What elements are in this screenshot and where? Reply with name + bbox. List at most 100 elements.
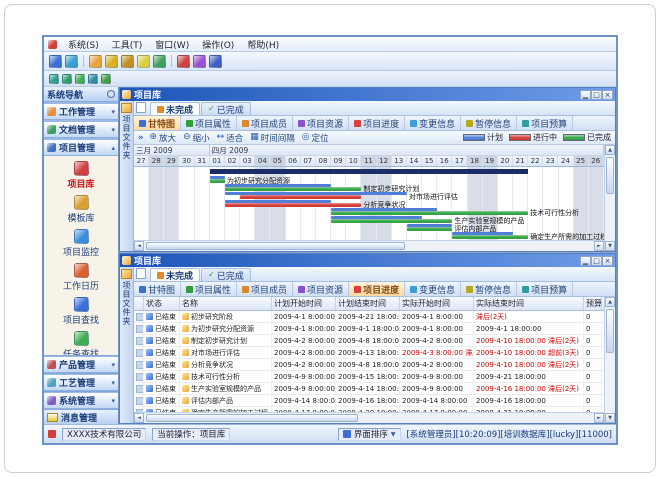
progress-tab-changes[interactable]: 变更信息 <box>405 282 461 296</box>
project-folder-tab[interactable]: 项目文件夹 <box>120 101 134 251</box>
save-icon[interactable] <box>49 55 62 68</box>
gantt-tab-properties[interactable]: 项目属性 <box>181 116 237 130</box>
progress-tab-budget[interactable]: 项目预算 <box>517 282 573 296</box>
gantt-bar-actual[interactable] <box>331 219 452 223</box>
pushpin-icon[interactable] <box>107 90 115 98</box>
gantt-bar-actual[interactable] <box>225 187 361 191</box>
scroll-right-arrow[interactable]: ► <box>594 413 604 423</box>
gantt-vertical-scrollbar[interactable]: ▲ ▼ <box>604 145 615 251</box>
scroll-up-arrow[interactable]: ▲ <box>605 145 615 155</box>
window-new-icon[interactable] <box>49 74 59 84</box>
sidebar-group-product-management[interactable]: 产品管理▾ <box>44 356 118 373</box>
progress-viewtab-finished[interactable]: ✓已完成 <box>201 268 251 281</box>
gantt-bar-actual[interactable] <box>331 211 528 215</box>
sidebar-item-template-library[interactable]: 模板库 <box>44 193 118 226</box>
gantt-tab-changes[interactable]: 变更信息 <box>405 116 461 130</box>
lock-icon[interactable] <box>105 55 118 68</box>
progress-viewtab-unfinished[interactable]: 未完成 <box>150 268 200 281</box>
gantt-horizontal-scrollbar[interactable]: ◄ ► <box>134 240 604 251</box>
help-icon[interactable] <box>209 55 222 68</box>
progress-tab-pauses[interactable]: 暂停信息 <box>461 282 517 296</box>
window-list-icon[interactable] <box>101 74 111 84</box>
chevron-down-icon[interactable]: ▼ <box>391 431 396 438</box>
alert-icon[interactable] <box>177 55 190 68</box>
gantt-tab-pauses[interactable]: 暂停信息 <box>461 116 517 130</box>
progress-tab-properties[interactable]: 项目属性 <box>181 282 237 296</box>
menu-item-0[interactable]: 系统(S) <box>66 38 101 51</box>
scrollbar-thumb[interactable] <box>146 242 405 250</box>
sidebar-group-system-management[interactable]: 系统管理▾ <box>44 392 118 409</box>
column-header-0[interactable] <box>134 297 144 310</box>
scrollbar-thumb[interactable] <box>606 309 614 353</box>
zoom-in-button[interactable]: ⊕放大 <box>150 132 177 144</box>
sidebar-item-project-search[interactable]: 项目查找 <box>44 295 118 328</box>
progress-tab-progress[interactable]: 项目进度 <box>349 282 405 296</box>
sidebar-item-work-calendar[interactable]: 工作日历 <box>44 261 118 294</box>
sidebar-item-project-library[interactable]: 项目库 <box>44 159 118 192</box>
progress-tab-resources[interactable]: 项目资源 <box>293 282 349 296</box>
table-row[interactable]: 已结束制定初步研究计划2009-4-2 8:00:002009-4-8 18:0… <box>134 335 604 347</box>
folder-icon[interactable] <box>89 55 102 68</box>
maximize-button[interactable]: □ <box>591 90 602 100</box>
column-header-5[interactable]: 实际开始时间 <box>400 297 474 310</box>
sort-dropdown[interactable]: 界面排序 ▼ <box>338 428 401 441</box>
table-row[interactable]: 已结束对市场进行评估2009-4-2 8:00:002009-4-13 18:0… <box>134 347 604 359</box>
close-button[interactable]: × <box>602 90 613 100</box>
scroll-up-arrow[interactable]: ▲ <box>605 297 615 307</box>
gantt-tab-progress[interactable]: 项目进度 <box>349 116 405 130</box>
maximize-button[interactable]: □ <box>591 256 602 266</box>
table-vertical-scrollbar[interactable]: ▲ ▼ <box>604 297 615 423</box>
gantt-tab-members[interactable]: 项目成员 <box>237 116 293 130</box>
toolbar-overflow-chevron[interactable]: » <box>138 133 144 143</box>
table-row[interactable]: 已结束生产实验室规模的产品2009-4-9 8:00:002009-4-14 1… <box>134 383 604 395</box>
window-tile-icon[interactable] <box>75 74 85 84</box>
gantt-bar-actual[interactable] <box>210 179 225 183</box>
menu-item-1[interactable]: 工具(T) <box>110 38 145 51</box>
gantt-bar-actual[interactable] <box>240 195 361 199</box>
gantt-bar-actual[interactable] <box>407 227 452 231</box>
gantt-tab-budget[interactable]: 项目预算 <box>517 116 573 130</box>
sidebar-item-task-search[interactable]: 任务查找 <box>44 329 118 355</box>
sidebar-group-project-management[interactable]: 项目管理▴ <box>44 139 118 156</box>
table-row[interactable]: 已结束技术可行性分析2009-4-9 8:00:002009-4-15 18:0… <box>134 371 604 383</box>
gantt-window-titlebar[interactable]: 项目库 ▁□× <box>120 88 615 101</box>
close-button[interactable]: × <box>602 256 613 266</box>
scrollbar-thumb[interactable] <box>146 414 358 422</box>
shield-icon[interactable] <box>153 55 166 68</box>
column-header-7[interactable]: 预算 <box>584 297 602 310</box>
minimize-button[interactable]: ▁ <box>580 256 591 266</box>
sidebar-item-project-monitor[interactable]: 项目监控 <box>44 227 118 260</box>
gantt-tab-gantt[interactable]: 甘特图 <box>134 116 181 130</box>
gantt-viewtab-finished[interactable]: ✓已完成 <box>201 102 251 115</box>
table-horizontal-scrollbar[interactable]: ◄ ► <box>134 412 604 423</box>
mail-icon[interactable] <box>137 55 150 68</box>
zoom-out-button[interactable]: ⊖缩小 <box>183 132 210 144</box>
progress-tab-members[interactable]: 项目成员 <box>237 282 293 296</box>
project-folder-tab[interactable]: 项目文件夹 <box>120 267 134 423</box>
table-row[interactable]: 已结束为初步研究分配资源2009-4-1 8:00:002009-4-1 18:… <box>134 323 604 335</box>
fit-button[interactable]: ↔适合 <box>217 132 244 144</box>
gantt-bar-actual[interactable] <box>225 203 361 207</box>
column-header-2[interactable]: 名称 <box>180 297 272 310</box>
column-header-4[interactable]: 计划结束时间 <box>336 297 400 310</box>
column-header-1[interactable]: 状态 <box>144 297 180 310</box>
sidebar-group-work-management[interactable]: 工作管理▾ <box>44 103 118 120</box>
scrollbar-thumb[interactable] <box>606 157 614 194</box>
minimize-button[interactable]: ▁ <box>580 90 591 100</box>
table-row[interactable]: 已结束分析竞争状况2009-4-2 8:00:002009-4-8 18:00:… <box>134 359 604 371</box>
locate-button[interactable]: ◎定位 <box>302 132 329 144</box>
progress-tab-gantt[interactable]: 甘特图 <box>134 282 181 296</box>
menu-item-4[interactable]: 帮助(H) <box>245 38 281 51</box>
sidebar-group-process-management[interactable]: 工艺管理▾ <box>44 374 118 391</box>
sidebar-tab-messages[interactable]: 消息管理 <box>44 409 118 424</box>
column-header-6[interactable]: 实际结束时间 <box>474 297 584 310</box>
window-close-icon[interactable] <box>88 74 98 84</box>
scroll-down-arrow[interactable]: ▼ <box>605 241 615 251</box>
gantt-bar-actual[interactable] <box>452 235 528 239</box>
menu-item-2[interactable]: 窗口(W) <box>153 38 191 51</box>
settings-icon[interactable] <box>193 55 206 68</box>
window-cascade-icon[interactable] <box>62 74 72 84</box>
scroll-down-arrow[interactable]: ▼ <box>605 413 615 423</box>
scroll-left-arrow[interactable]: ◄ <box>134 241 144 251</box>
scroll-left-arrow[interactable]: ◄ <box>134 413 144 423</box>
